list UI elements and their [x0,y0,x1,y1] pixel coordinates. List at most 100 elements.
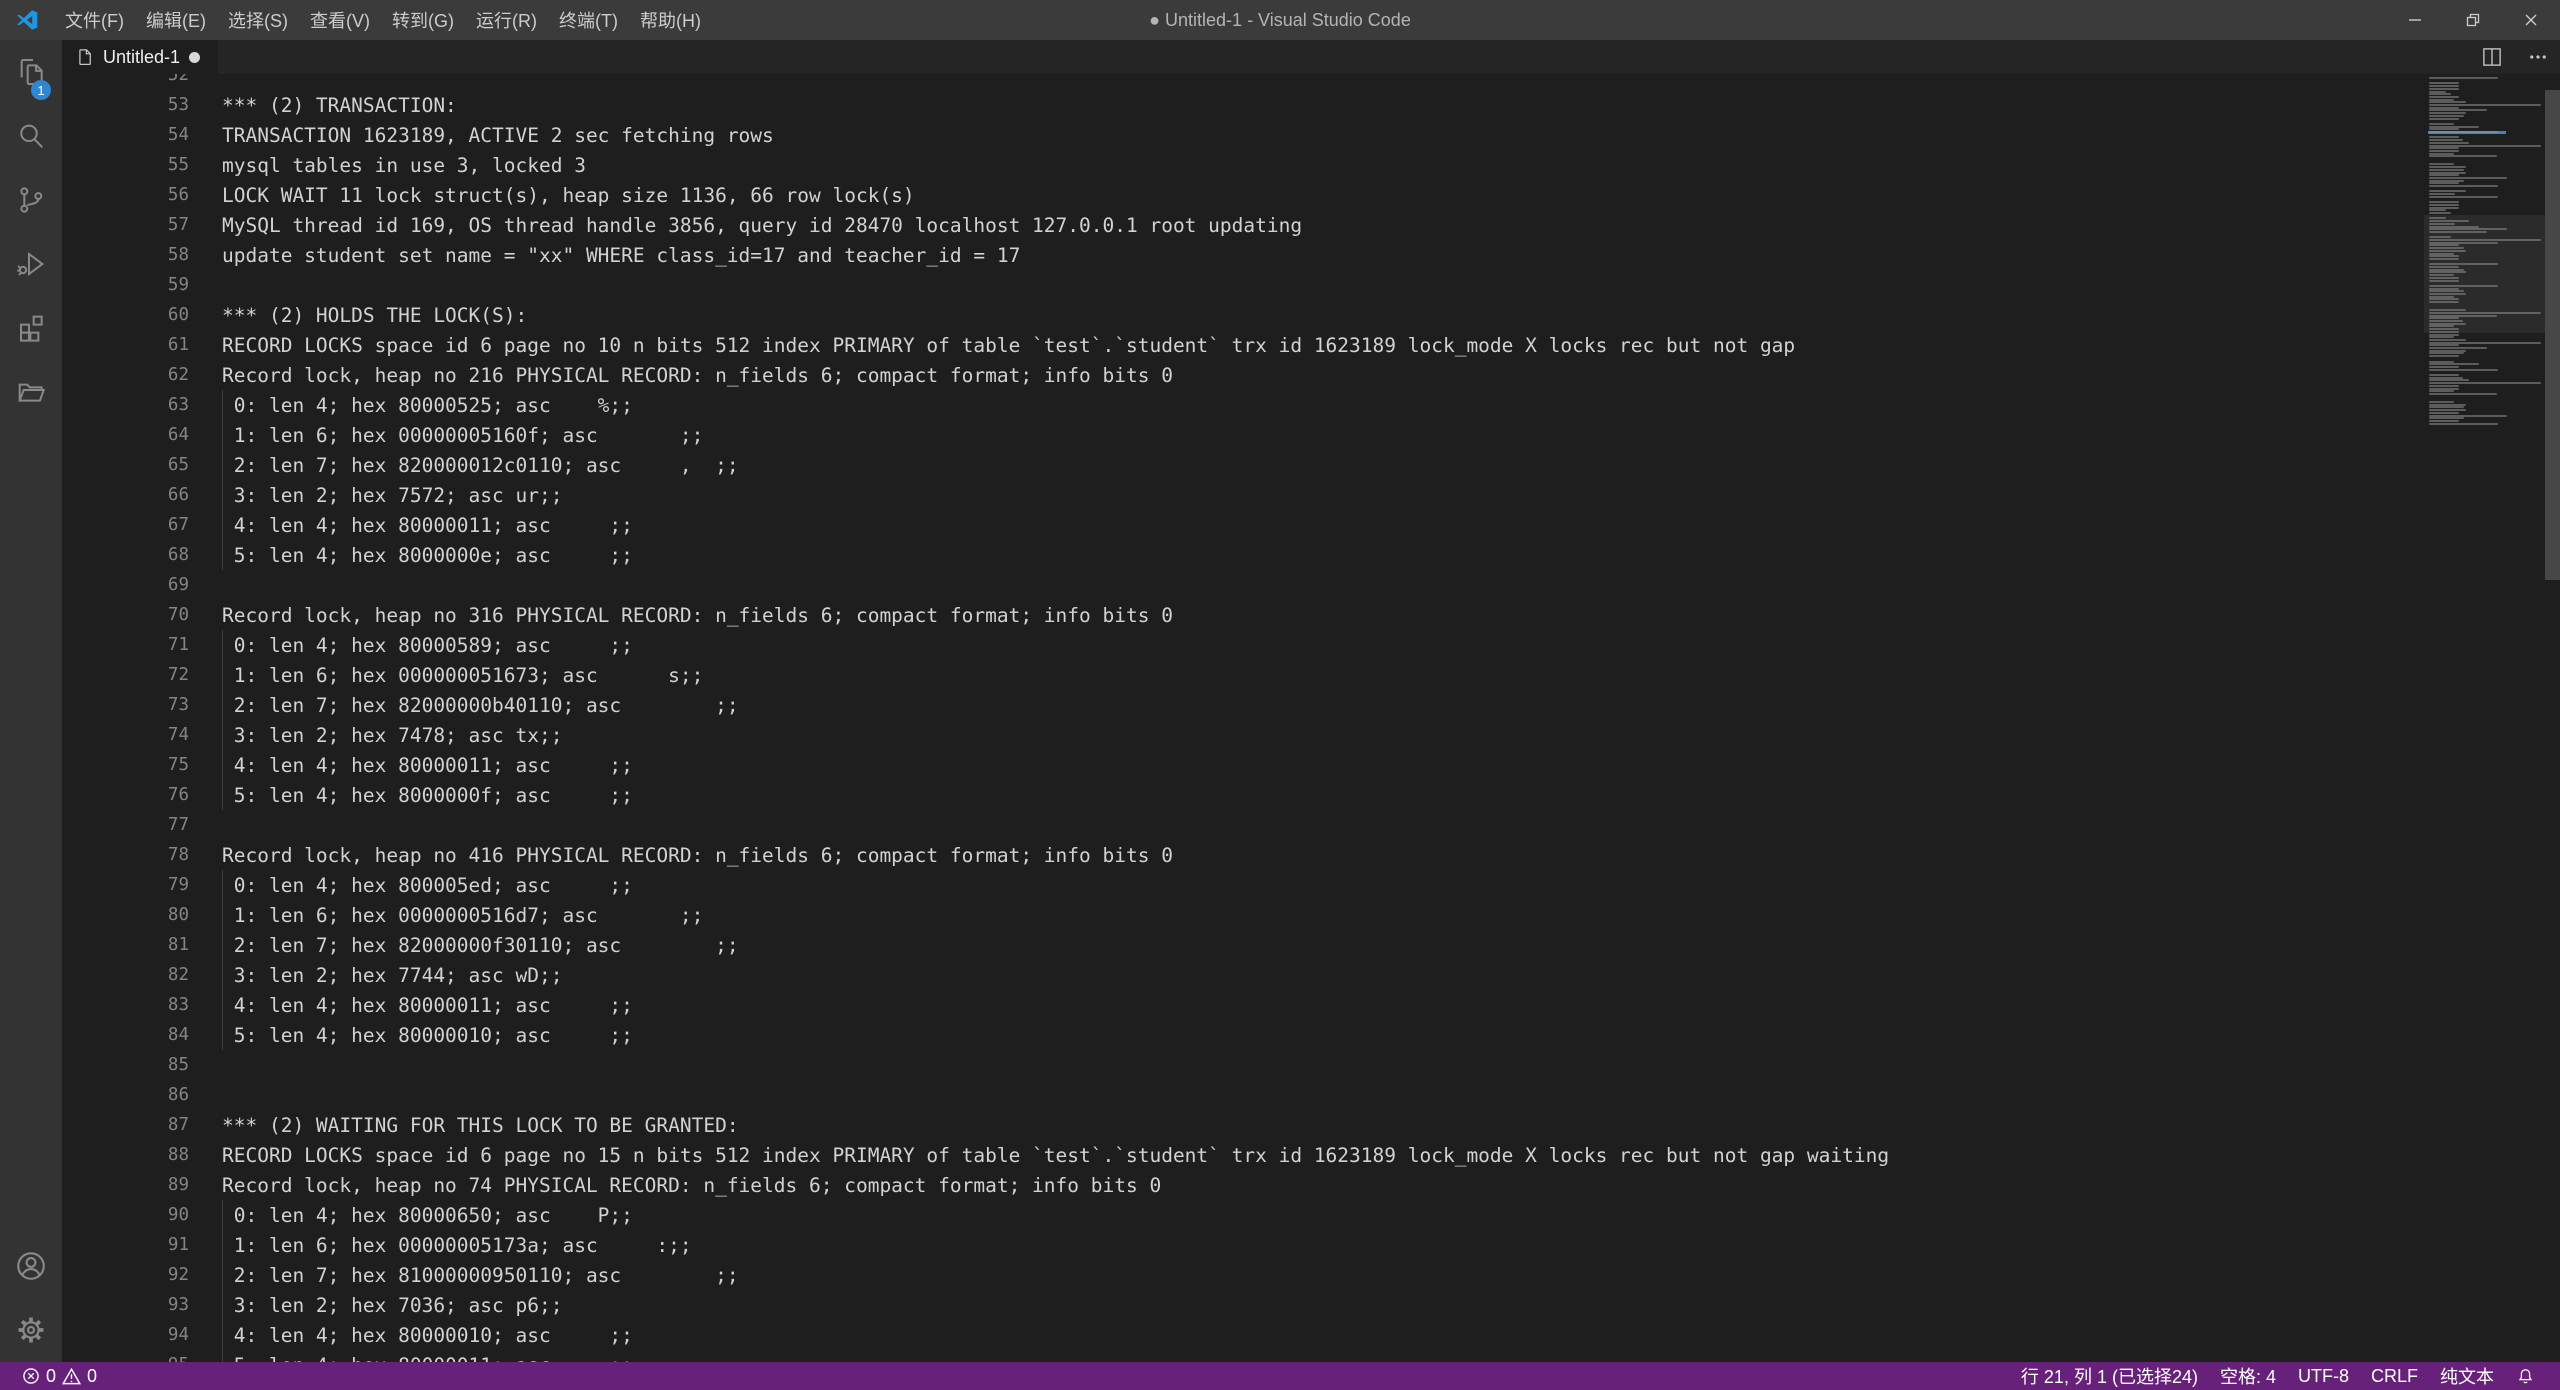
code-line[interactable]: 95 5: len 4; hex 80000011; asc ;; [62,1350,2560,1362]
line-number[interactable]: 65 [62,455,189,475]
folders-icon[interactable] [0,360,62,424]
notifications-bell[interactable] [2505,1362,2546,1390]
code-line[interactable]: 94 4: len 4; hex 80000010; asc ;; [62,1320,2560,1350]
code-line[interactable]: 80 1: len 6; hex 0000000516d7; asc ;; [62,900,2560,930]
restore-button[interactable] [2444,0,2502,40]
close-icon[interactable] [2502,0,2560,40]
language-mode[interactable]: 纯文本 [2429,1362,2505,1390]
code-line[interactable]: 89Record lock, heap no 74 PHYSICAL RECOR… [62,1170,2560,1200]
menu-edit[interactable]: 编辑(E) [135,0,217,40]
line-number[interactable]: 63 [62,395,189,415]
code-line[interactable]: 77 [62,810,2560,840]
code-line[interactable]: 59 [62,270,2560,300]
code-line[interactable]: 58update student set name = "xx" WHERE c… [62,240,2560,270]
line-number[interactable]: 52 [62,74,189,85]
problems-indicator[interactable]: 0 0 [14,1362,105,1390]
extensions-icon[interactable] [0,296,62,360]
line-number[interactable]: 54 [62,125,189,145]
line-number[interactable]: 89 [62,1175,189,1195]
code-line[interactable]: 74 3: len 2; hex 7478; asc tx;; [62,720,2560,750]
line-number[interactable]: 76 [62,785,189,805]
code-line[interactable]: 64 1: len 6; hex 00000005160f; asc ;; [62,420,2560,450]
line-number[interactable]: 79 [62,875,189,895]
code-line[interactable]: 73 2: len 7; hex 82000000b40110; asc ;; [62,690,2560,720]
code-line[interactable]: 69 [62,570,2560,600]
more-actions-icon[interactable] [2528,47,2548,67]
scrollbar-thumb[interactable] [2545,90,2560,580]
menu-view[interactable]: 查看(V) [299,0,381,40]
code-line[interactable]: 61RECORD LOCKS space id 6 page no 10 n b… [62,330,2560,360]
menu-terminal[interactable]: 终端(T) [548,0,629,40]
line-number[interactable]: 77 [62,815,189,835]
line-number[interactable]: 57 [62,215,189,235]
line-number[interactable]: 86 [62,1085,189,1105]
minimap[interactable] [2424,74,2545,1362]
code-line[interactable]: 92 2: len 7; hex 81000000950110; asc ;; [62,1260,2560,1290]
minimize-button[interactable] [2386,0,2444,40]
tab-dirty-indicator[interactable] [189,52,200,63]
code-line[interactable]: 72 1: len 6; hex 000000051673; asc s;; [62,660,2560,690]
line-number[interactable]: 88 [62,1145,189,1165]
code-line[interactable]: 53*** (2) TRANSACTION: [62,90,2560,120]
menu-run[interactable]: 运行(R) [465,0,548,40]
explorer-icon[interactable]: 1 [0,40,62,104]
line-number[interactable]: 82 [62,965,189,985]
code-line[interactable]: 71 0: len 4; hex 80000589; asc ;; [62,630,2560,660]
line-number[interactable]: 69 [62,575,189,595]
line-number[interactable]: 62 [62,365,189,385]
line-number[interactable]: 73 [62,695,189,715]
line-number[interactable]: 75 [62,755,189,775]
code-line[interactable]: 62Record lock, heap no 216 PHYSICAL RECO… [62,360,2560,390]
line-number[interactable]: 81 [62,935,189,955]
account-icon[interactable] [0,1234,62,1298]
code-line[interactable]: 87*** (2) WAITING FOR THIS LOCK TO BE GR… [62,1110,2560,1140]
line-number[interactable]: 80 [62,905,189,925]
run-and-debug-icon[interactable] [0,232,62,296]
line-number[interactable]: 90 [62,1205,189,1225]
code-line[interactable]: 66 3: len 2; hex 7572; asc ur;; [62,480,2560,510]
code-line[interactable]: 63 0: len 4; hex 80000525; asc %;; [62,390,2560,420]
code-line[interactable]: 60*** (2) HOLDS THE LOCK(S): [62,300,2560,330]
menu-selection[interactable]: 选择(S) [217,0,299,40]
line-number[interactable]: 94 [62,1325,189,1345]
code-line[interactable]: 54TRANSACTION 1623189, ACTIVE 2 sec fetc… [62,120,2560,150]
code-line[interactable]: 85 [62,1050,2560,1080]
code-line[interactable]: 57MySQL thread id 169, OS thread handle … [62,210,2560,240]
editor[interactable]: 52 53*** (2) TRANSACTION:54TRANSACTION 16… [62,74,2560,1362]
line-number[interactable]: 93 [62,1295,189,1315]
code-line[interactable]: 75 4: len 4; hex 80000011; asc ;; [62,750,2560,780]
eol-sequence[interactable]: CRLF [2360,1362,2429,1390]
code-line[interactable]: 70Record lock, heap no 316 PHYSICAL RECO… [62,600,2560,630]
code-line[interactable]: 90 0: len 4; hex 80000650; asc P;; [62,1200,2560,1230]
line-number[interactable]: 92 [62,1265,189,1285]
tab-untitled-1[interactable]: Untitled-1 [62,40,218,74]
line-number[interactable]: 64 [62,425,189,445]
code-line[interactable]: 82 3: len 2; hex 7744; asc wD;; [62,960,2560,990]
line-number[interactable]: 70 [62,605,189,625]
encoding[interactable]: UTF-8 [2287,1362,2360,1390]
line-number[interactable]: 60 [62,305,189,325]
code-line[interactable]: 83 4: len 4; hex 80000011; asc ;; [62,990,2560,1020]
line-number[interactable]: 59 [62,275,189,295]
code-line[interactable]: 88RECORD LOCKS space id 6 page no 15 n b… [62,1140,2560,1170]
line-number[interactable]: 72 [62,665,189,685]
line-number[interactable]: 95 [62,1355,189,1362]
indentation[interactable]: 空格: 4 [2209,1362,2287,1390]
vertical-scrollbar[interactable] [2545,74,2560,1362]
menu-file[interactable]: 文件(F) [54,0,135,40]
line-number[interactable]: 61 [62,335,189,355]
code-line[interactable]: 52 [62,74,2560,90]
code-line[interactable]: 81 2: len 7; hex 82000000f30110; asc ;; [62,930,2560,960]
line-number[interactable]: 56 [62,185,189,205]
line-number[interactable]: 58 [62,245,189,265]
settings-gear-icon[interactable] [0,1298,62,1362]
code-line[interactable]: 93 3: len 2; hex 7036; asc p6;; [62,1290,2560,1320]
source-control-icon[interactable] [0,168,62,232]
line-number[interactable]: 85 [62,1055,189,1075]
line-number[interactable]: 71 [62,635,189,655]
line-number[interactable]: 84 [62,1025,189,1045]
search-icon[interactable] [0,104,62,168]
cursor-position[interactable]: 行 21, 列 1 (已选择24) [2010,1362,2209,1390]
line-number[interactable]: 67 [62,515,189,535]
menu-go[interactable]: 转到(G) [381,0,465,40]
